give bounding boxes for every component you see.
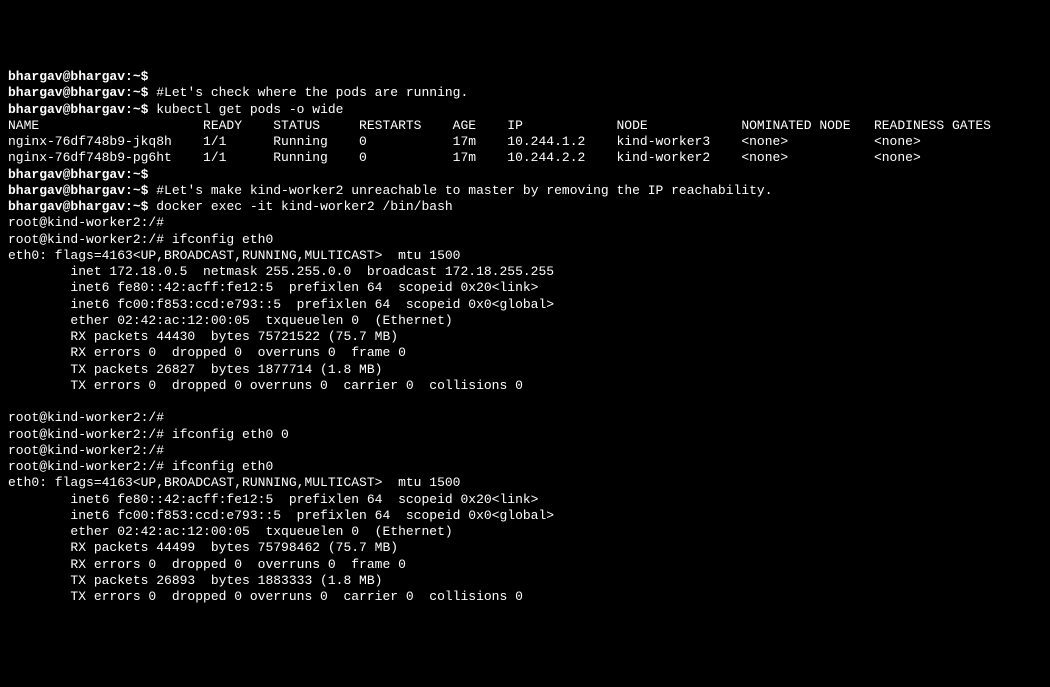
terminal-line: bhargav@bhargav:~$	[8, 69, 1042, 85]
terminal-line: root@kind-worker2:/#	[8, 215, 1042, 231]
terminal-line: inet6 fc00:f853:ccd:e793::5 prefixlen 64…	[8, 508, 1042, 524]
terminal-line: inet 172.18.0.5 netmask 255.255.0.0 broa…	[8, 264, 1042, 280]
shell-command: #Let's check where the pods are running.	[148, 85, 468, 100]
terminal-line: bhargav@bhargav:~$ kubectl get pods -o w…	[8, 102, 1042, 118]
terminal-line: root@kind-worker2:/# ifconfig eth0	[8, 232, 1042, 248]
terminal-line: RX packets 44430 bytes 75721522 (75.7 MB…	[8, 329, 1042, 345]
terminal-line: RX packets 44499 bytes 75798462 (75.7 MB…	[8, 540, 1042, 556]
terminal-line: TX errors 0 dropped 0 overruns 0 carrier…	[8, 378, 1042, 394]
shell-command: docker exec -it kind-worker2 /bin/bash	[148, 199, 452, 214]
terminal-line: root@kind-worker2:/# ifconfig eth0	[8, 459, 1042, 475]
terminal-line: RX errors 0 dropped 0 overruns 0 frame 0	[8, 345, 1042, 361]
terminal-line	[8, 394, 1042, 410]
terminal-line: ether 02:42:ac:12:00:05 txqueuelen 0 (Et…	[8, 313, 1042, 329]
terminal-line: ether 02:42:ac:12:00:05 txqueuelen 0 (Et…	[8, 524, 1042, 540]
terminal-line: bhargav@bhargav:~$ docker exec -it kind-…	[8, 199, 1042, 215]
terminal-line: nginx-76df748b9-pg6ht 1/1 Running 0 17m …	[8, 150, 1042, 166]
shell-prompt: bhargav@bhargav:~$	[8, 199, 148, 214]
terminal-line: RX errors 0 dropped 0 overruns 0 frame 0	[8, 557, 1042, 573]
shell-prompt: bhargav@bhargav:~$	[8, 102, 148, 117]
terminal-line: nginx-76df748b9-jkq8h 1/1 Running 0 17m …	[8, 134, 1042, 150]
terminal-line: bhargav@bhargav:~$ #Let's make kind-work…	[8, 183, 1042, 199]
terminal-line: inet6 fc00:f853:ccd:e793::5 prefixlen 64…	[8, 297, 1042, 313]
terminal-line: root@kind-worker2:/# ifconfig eth0 0	[8, 427, 1042, 443]
terminal-output[interactable]: bhargav@bhargav:~$bhargav@bhargav:~$ #Le…	[8, 69, 1042, 605]
shell-prompt: bhargav@bhargav:~$	[8, 85, 148, 100]
terminal-line: bhargav@bhargav:~$ #Let's check where th…	[8, 85, 1042, 101]
shell-prompt: bhargav@bhargav:~$	[8, 69, 148, 84]
terminal-line: bhargav@bhargav:~$	[8, 167, 1042, 183]
shell-prompt: bhargav@bhargav:~$	[8, 167, 148, 182]
terminal-line: TX packets 26893 bytes 1883333 (1.8 MB)	[8, 573, 1042, 589]
terminal-line: root@kind-worker2:/#	[8, 443, 1042, 459]
terminal-line: root@kind-worker2:/#	[8, 410, 1042, 426]
shell-prompt: bhargav@bhargav:~$	[8, 183, 148, 198]
terminal-line: TX packets 26827 bytes 1877714 (1.8 MB)	[8, 362, 1042, 378]
shell-command: kubectl get pods -o wide	[148, 102, 343, 117]
shell-command: #Let's make kind-worker2 unreachable to …	[148, 183, 772, 198]
terminal-line: inet6 fe80::42:acff:fe12:5 prefixlen 64 …	[8, 492, 1042, 508]
terminal-line: eth0: flags=4163<UP,BROADCAST,RUNNING,MU…	[8, 475, 1042, 491]
terminal-line: eth0: flags=4163<UP,BROADCAST,RUNNING,MU…	[8, 248, 1042, 264]
terminal-line: TX errors 0 dropped 0 overruns 0 carrier…	[8, 589, 1042, 605]
terminal-line: NAME READY STATUS RESTARTS AGE IP NODE N…	[8, 118, 1042, 134]
terminal-line: inet6 fe80::42:acff:fe12:5 prefixlen 64 …	[8, 280, 1042, 296]
